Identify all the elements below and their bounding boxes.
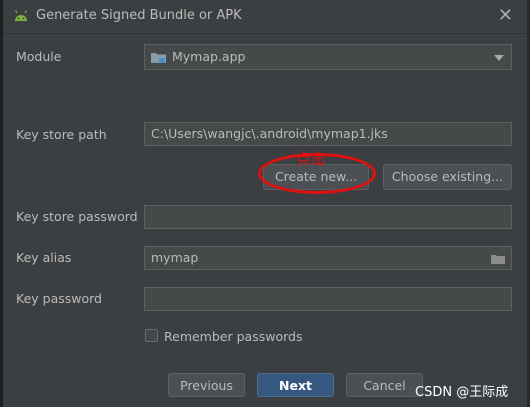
chevron-down-icon [494,55,504,61]
folder-icon [151,53,166,63]
close-icon[interactable]: ✕ [498,5,513,26]
title-bar: Generate Signed Bundle or APK ✕ [3,0,527,34]
key-alias-label: Key alias [16,250,72,265]
remember-passwords-label: Remember passwords [164,329,303,344]
key-alias-value: mymap [151,250,199,265]
module-select[interactable]: Mymap.app [144,44,512,70]
annotation-text: 点击 [296,150,327,168]
choose-existing-button[interactable]: Choose existing... [383,164,512,190]
key-store-password-label: Key store password [16,209,138,224]
key-store-path-label: Key store path [16,127,107,142]
module-value: Mymap.app [172,49,246,64]
key-password-input[interactable] [144,287,512,311]
previous-button[interactable]: Previous [168,373,245,397]
cancel-button[interactable]: Cancel [346,373,423,397]
next-button[interactable]: Next [257,373,334,397]
watermark: CSDN @王际成 [415,385,509,400]
key-password-label: Key password [16,291,102,306]
key-alias-input[interactable]: mymap [144,246,512,270]
android-icon [14,10,28,21]
key-store-path-input[interactable]: C:\Users\wangjc\.android\mymap1.jks [144,122,512,146]
dialog-title: Generate Signed Bundle or APK [36,8,242,23]
remember-passwords-checkbox[interactable] [145,329,158,342]
left-window-edge [0,0,3,407]
browse-folder-icon[interactable] [491,254,505,264]
module-label: Module [16,49,62,64]
key-store-password-input[interactable] [144,205,512,229]
